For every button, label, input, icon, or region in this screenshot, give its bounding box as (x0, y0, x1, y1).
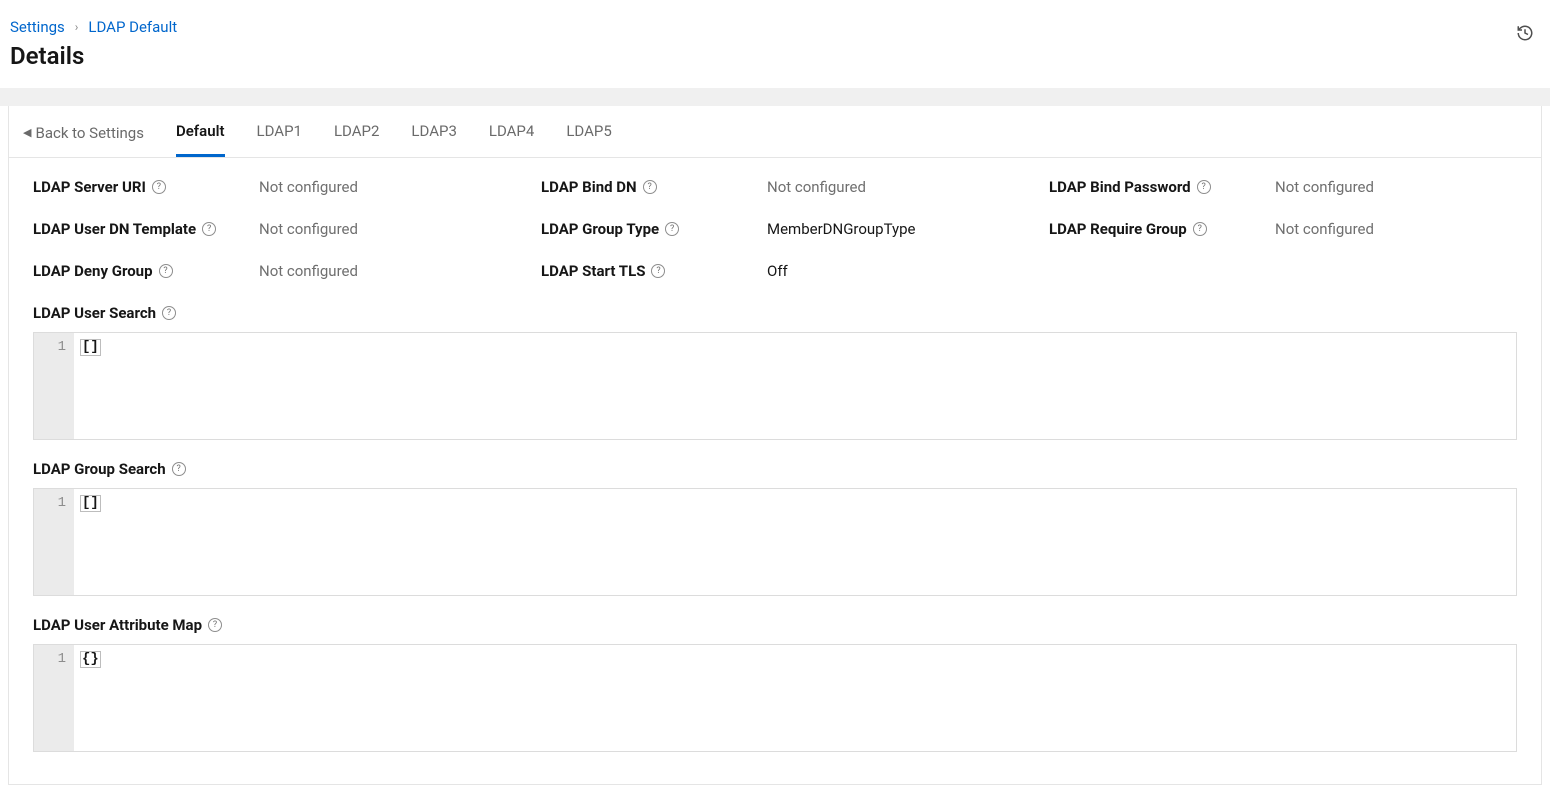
field-value: Not configured (259, 262, 501, 280)
code-gutter: 1 (34, 333, 74, 439)
field-server-uri: LDAP Server URI ? Not configured (33, 178, 501, 196)
breadcrumb-ldap-default-link[interactable]: LDAP Default (88, 18, 177, 36)
field-label: LDAP Bind DN ? (541, 178, 761, 196)
code-content: [] (74, 333, 1516, 439)
field-user-dn-template: LDAP User DN Template ? Not configured (33, 220, 501, 238)
tab-ldap1[interactable]: LDAP1 (257, 106, 302, 157)
help-icon[interactable]: ? (162, 306, 176, 320)
section-label-user-search: LDAP User Search ? (33, 304, 1517, 322)
code-content: {} (74, 645, 1516, 751)
tab-default[interactable]: Default (176, 106, 225, 157)
field-label: LDAP Start TLS ? (541, 262, 761, 280)
section-label-user-attr-map: LDAP User Attribute Map ? (33, 616, 1517, 634)
caret-left-icon: ◀ (23, 126, 31, 139)
help-icon[interactable]: ? (202, 222, 216, 236)
field-value: Off (767, 262, 1009, 280)
help-icon[interactable]: ? (208, 618, 222, 632)
help-icon[interactable]: ? (651, 264, 665, 278)
field-label: LDAP User DN Template ? (33, 220, 253, 238)
field-value: Not configured (259, 220, 501, 238)
help-icon[interactable]: ? (1197, 180, 1211, 194)
code-gutter: 1 (34, 489, 74, 595)
gap (0, 88, 1550, 106)
field-label: LDAP Deny Group ? (33, 262, 253, 280)
code-block-user-attr-map[interactable]: 1 {} (33, 644, 1517, 752)
code-content: [] (74, 489, 1516, 595)
page-title: Details (10, 42, 177, 70)
history-icon[interactable] (1510, 18, 1540, 52)
tab-ldap2[interactable]: LDAP2 (334, 106, 379, 157)
details-row: LDAP Server URI ? Not configured LDAP Bi… (33, 178, 1517, 196)
back-link-label: Back to Settings (35, 124, 144, 142)
field-label: LDAP Group Type ? (541, 220, 761, 238)
code-gutter: 1 (34, 645, 74, 751)
field-label: LDAP Bind Password ? (1049, 178, 1269, 196)
section-label-group-search: LDAP Group Search ? (33, 460, 1517, 478)
tabs-bar: ◀ Back to Settings Default LDAP1 LDAP2 L… (9, 106, 1541, 158)
field-group-type: LDAP Group Type ? MemberDNGroupType (541, 220, 1009, 238)
help-icon[interactable]: ? (665, 222, 679, 236)
help-icon[interactable]: ? (1193, 222, 1207, 236)
field-value: Not configured (1275, 178, 1517, 196)
page-header: Settings › LDAP Default Details (0, 0, 1550, 88)
tab-ldap4[interactable]: LDAP4 (489, 106, 534, 157)
header-left: Settings › LDAP Default Details (10, 18, 177, 70)
tab-ldap3[interactable]: LDAP3 (411, 106, 456, 157)
code-block-group-search[interactable]: 1 [] (33, 488, 1517, 596)
field-deny-group: LDAP Deny Group ? Not configured (33, 262, 501, 280)
help-icon[interactable]: ? (152, 180, 166, 194)
field-value: Not configured (259, 178, 501, 196)
help-icon[interactable]: ? (159, 264, 173, 278)
field-label: LDAP Require Group ? (1049, 220, 1269, 238)
settings-card: ◀ Back to Settings Default LDAP1 LDAP2 L… (8, 106, 1542, 785)
back-to-settings-link[interactable]: ◀ Back to Settings (23, 108, 144, 156)
help-icon[interactable]: ? (172, 462, 186, 476)
breadcrumb: Settings › LDAP Default (10, 18, 177, 36)
code-block-user-search[interactable]: 1 [] (33, 332, 1517, 440)
field-bind-password: LDAP Bind Password ? Not configured (1049, 178, 1517, 196)
field-require-group: LDAP Require Group ? Not configured (1049, 220, 1517, 238)
field-value: Not configured (1275, 220, 1517, 238)
help-icon[interactable]: ? (643, 180, 657, 194)
field-bind-dn: LDAP Bind DN ? Not configured (541, 178, 1009, 196)
chevron-right-icon: › (75, 20, 79, 34)
details-row: LDAP User DN Template ? Not configured L… (33, 220, 1517, 238)
field-value: Not configured (767, 178, 1009, 196)
details-panel: LDAP Server URI ? Not configured LDAP Bi… (9, 158, 1541, 784)
field-start-tls: LDAP Start TLS ? Off (541, 262, 1009, 280)
field-value: MemberDNGroupType (767, 220, 1009, 238)
details-row: LDAP Deny Group ? Not configured LDAP St… (33, 262, 1517, 280)
tab-ldap5[interactable]: LDAP5 (566, 106, 611, 157)
field-label: LDAP Server URI ? (33, 178, 253, 196)
breadcrumb-settings-link[interactable]: Settings (10, 18, 65, 36)
